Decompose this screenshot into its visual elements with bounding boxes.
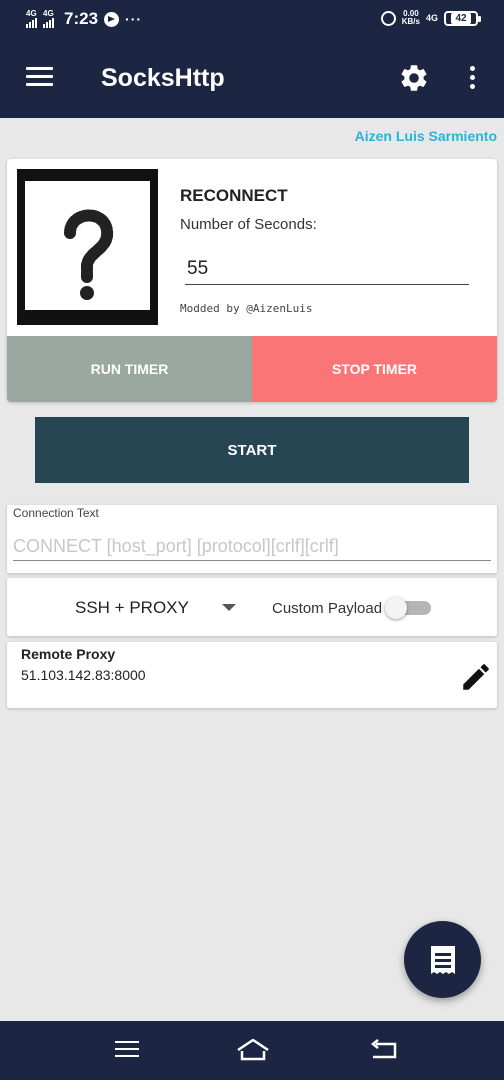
status-bar: 4G 4G 7:23 ··· 0.00 KB/s 4G 42 bbox=[0, 0, 504, 38]
app-toolbar: SocksHttp bbox=[0, 38, 504, 118]
mode-card: SSH + PROXY Custom Payload bbox=[7, 578, 497, 636]
network-speed: 0.00 KB/s bbox=[402, 10, 420, 26]
network-type: 4G bbox=[425, 13, 438, 23]
battery-level: 42 bbox=[451, 12, 471, 24]
reconnect-heading: RECONNECT bbox=[180, 186, 288, 205]
battery-icon: 42 bbox=[444, 10, 481, 26]
system-nav-bar bbox=[0, 1021, 504, 1080]
more-notifications: ··· bbox=[125, 11, 143, 27]
author-label: Aizen Luis Sarmiento bbox=[354, 128, 497, 144]
log-fab-button[interactable] bbox=[404, 921, 481, 998]
telegram-icon bbox=[104, 11, 120, 27]
connection-text-input[interactable] bbox=[13, 533, 491, 561]
question-mark-art bbox=[64, 209, 114, 300]
custom-payload-toggle[interactable] bbox=[385, 597, 435, 619]
back-icon[interactable] bbox=[370, 1039, 398, 1061]
remote-proxy-card: Remote Proxy 51.103.142.83:8000 bbox=[7, 642, 497, 708]
start-button[interactable]: START bbox=[35, 417, 469, 483]
more-vert-icon[interactable] bbox=[466, 66, 478, 92]
hamburger-menu-icon[interactable] bbox=[26, 67, 53, 87]
home-icon[interactable] bbox=[235, 1037, 271, 1063]
album-art-image bbox=[17, 169, 158, 325]
signal-1: 4G bbox=[26, 10, 37, 28]
clock: 7:23 bbox=[64, 9, 99, 28]
signal-1-label: 4G bbox=[26, 9, 37, 18]
seconds-input[interactable] bbox=[185, 253, 469, 285]
seconds-label: Number of Seconds: bbox=[180, 216, 317, 233]
app-title: SocksHttp bbox=[101, 64, 225, 92]
alarm-icon bbox=[380, 10, 396, 26]
signal-2-label: 4G bbox=[43, 9, 54, 18]
run-timer-button[interactable]: RUN TIMER bbox=[7, 336, 252, 402]
custom-payload-label: Custom Payload bbox=[272, 600, 383, 617]
mode-dropdown[interactable]: SSH + PROXY bbox=[75, 598, 189, 618]
remote-proxy-title: Remote Proxy bbox=[21, 646, 116, 662]
menu-icon[interactable] bbox=[115, 1041, 139, 1059]
signal-2: 4G bbox=[43, 10, 54, 28]
pencil-icon[interactable] bbox=[459, 660, 493, 694]
speed-unit: KB/s bbox=[401, 17, 420, 26]
remote-proxy-value: 51.103.142.83:8000 bbox=[21, 667, 146, 683]
chevron-down-icon[interactable] bbox=[222, 604, 236, 611]
connection-text-label: Connection Text bbox=[13, 506, 99, 520]
stop-timer-button[interactable]: STOP TIMER bbox=[252, 336, 497, 402]
connection-text-card: Connection Text bbox=[7, 505, 497, 573]
log-icon bbox=[430, 945, 455, 974]
gear-icon[interactable] bbox=[398, 62, 430, 94]
reconnect-timer-card: RECONNECT Number of Seconds: Modded by @… bbox=[7, 159, 497, 402]
credit-text: Modded by @AizenLuis bbox=[180, 302, 313, 315]
